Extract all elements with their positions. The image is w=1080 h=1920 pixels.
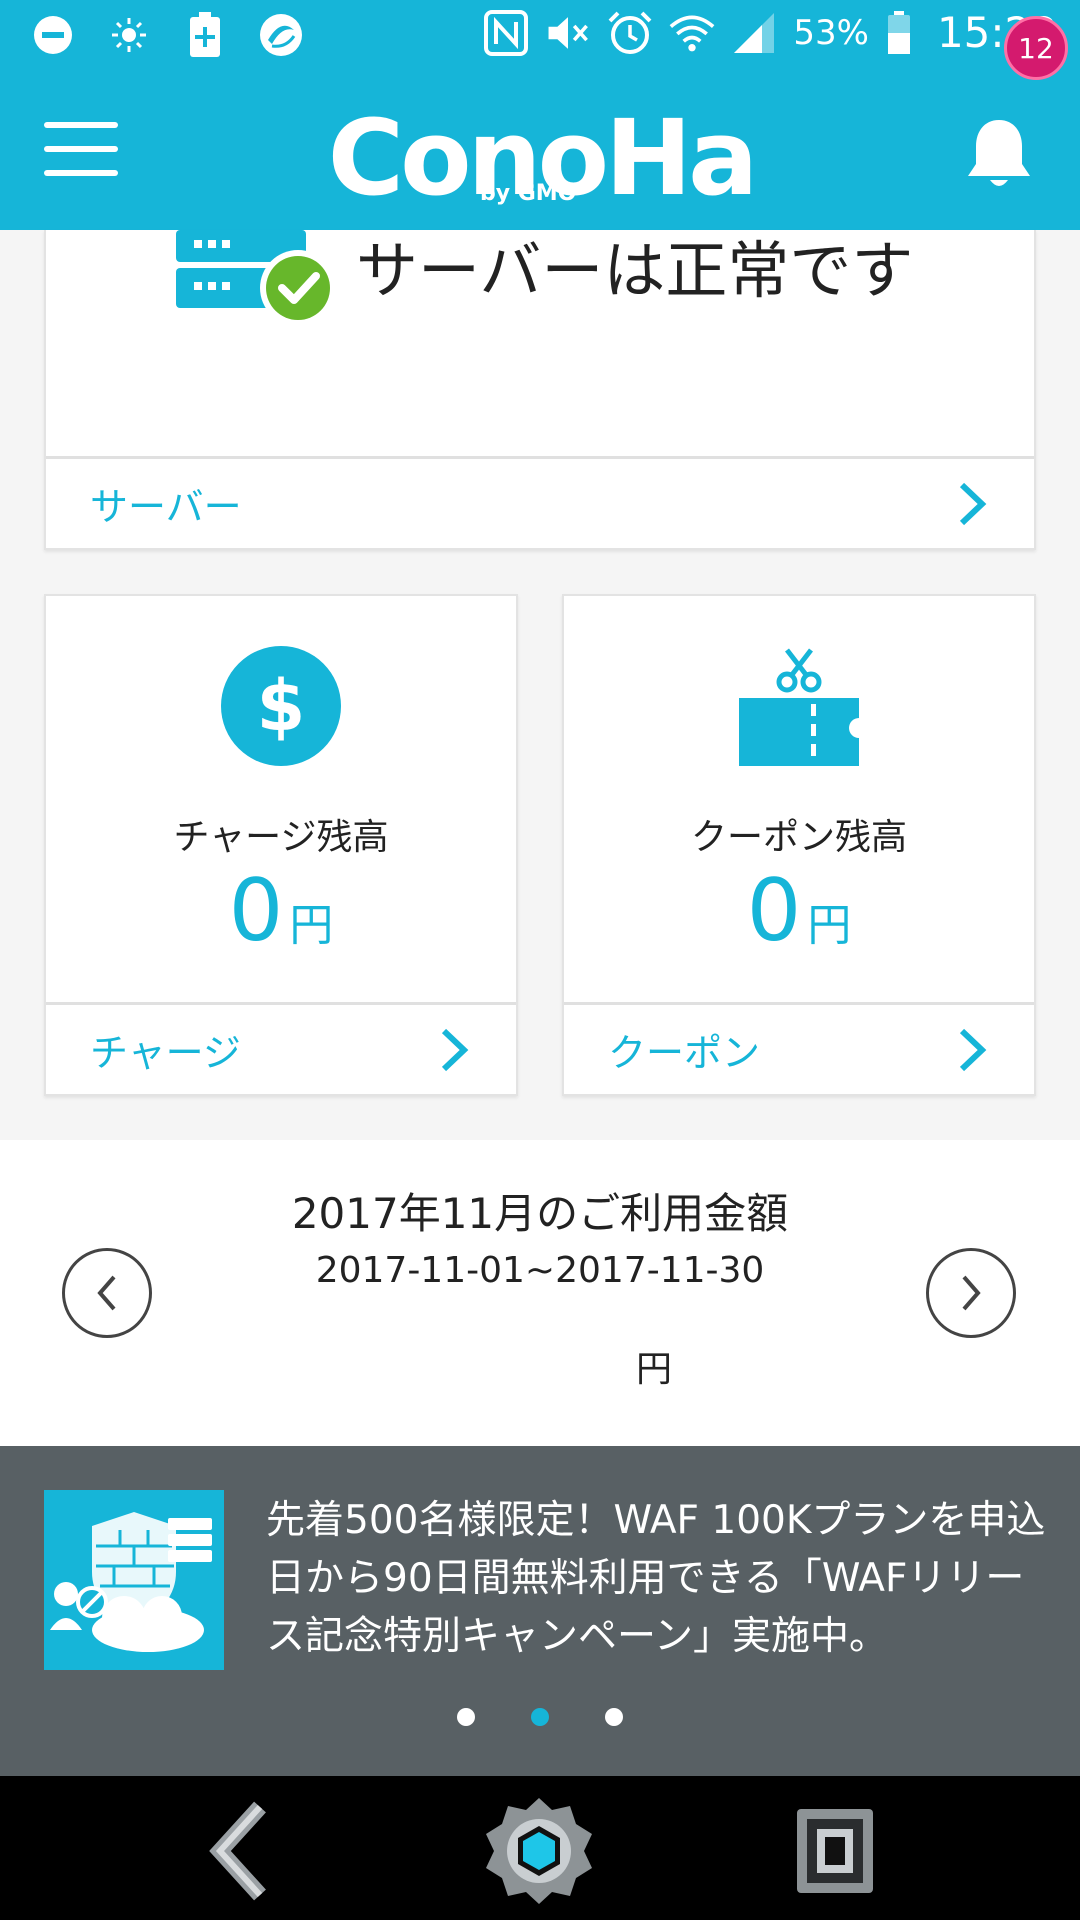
server-link-label: サーバー	[90, 485, 242, 529]
back-button[interactable]	[190, 1796, 300, 1906]
minus-circle-icon	[30, 12, 76, 58]
chevron-right-icon	[962, 1275, 981, 1311]
notification-badge[interactable]: 12	[1004, 16, 1068, 80]
dollar-icon: $	[221, 646, 341, 766]
wifi-icon	[669, 10, 715, 56]
carousel-dot-2[interactable]	[531, 1708, 549, 1726]
coupon-link[interactable]: クーポン	[564, 1002, 1034, 1094]
bell-icon	[968, 120, 1030, 186]
alarm-icon	[607, 10, 653, 56]
charge-link-label: チャージ	[90, 1031, 241, 1075]
coupon-link-label: クーポン	[608, 1031, 761, 1075]
logo-sub: by GMO	[480, 181, 577, 206]
usage-date-range: 2017-11-01~2017-11-30	[315, 1250, 765, 1291]
server-link[interactable]: サーバー	[46, 456, 1034, 548]
recent-apps-button[interactable]	[780, 1796, 890, 1906]
server-status-card: サーバーは正常です サーバー	[44, 230, 1036, 550]
hamburger-icon	[44, 122, 118, 128]
coupon-amount: 0	[746, 861, 802, 961]
svg-text:$: $	[257, 665, 306, 747]
home-button[interactable]	[484, 1796, 594, 1906]
system-nav-bar	[0, 1776, 1080, 1920]
conoha-logo: ConoHa by GMO	[328, 90, 758, 210]
chevron-left-icon	[97, 1275, 116, 1311]
carousel-dots	[0, 1708, 1080, 1726]
home-gear-icon	[486, 1798, 592, 1904]
server-status-text: サーバーは正常です	[356, 234, 914, 307]
usage-title: 2017年11月のご利用金額	[291, 1189, 789, 1238]
notifications-button[interactable]	[962, 114, 1036, 194]
charge-balance-value: 0 円	[46, 864, 516, 959]
carousel-dot-1[interactable]	[457, 1708, 475, 1726]
usage-amount-unit: 円	[636, 1349, 673, 1390]
banner-text: 先着500名様限定！WAF 100Kプランを申込日から90日間無料利用できる「W…	[266, 1498, 1046, 1659]
charge-balance-card: $ チャージ残高 0 円 チャージ	[44, 594, 518, 1096]
charge-balance-label: チャージ残高	[173, 817, 389, 858]
previous-month-button[interactable]	[62, 1248, 152, 1338]
hamburger-line	[44, 146, 118, 152]
nfc-icon	[483, 9, 529, 56]
waf-banner-image	[44, 1490, 224, 1670]
coupon-balance-card: クーポン残高 0 円 クーポン	[562, 594, 1036, 1096]
chevron-right-icon	[959, 482, 987, 525]
charge-amount: 0	[228, 861, 284, 961]
coupon-balance-label: クーポン残高	[690, 817, 907, 858]
waf-shield-icon	[50, 1512, 212, 1652]
chevron-right-icon	[441, 1028, 469, 1071]
battery-charge-icon	[182, 12, 228, 58]
battery-percent: 53%	[793, 12, 869, 53]
coupon-scissors-icon	[739, 648, 859, 766]
brightness-icon	[106, 12, 152, 58]
app-bar: ConoHa by GMO	[0, 74, 1080, 230]
mute-icon	[545, 10, 591, 56]
battery-icon	[885, 10, 913, 56]
signal-icon	[731, 10, 777, 56]
next-month-button[interactable]	[926, 1248, 1016, 1338]
chevron-right-icon	[959, 1028, 987, 1071]
carousel-dot-3[interactable]	[605, 1708, 623, 1726]
hamburger-line	[44, 170, 118, 176]
charge-link[interactable]: チャージ	[46, 1002, 516, 1094]
recent-apps-icon	[797, 1809, 873, 1893]
app-circle-icon	[258, 12, 304, 58]
monthly-usage-section: 2017年11月のご利用金額 2017-11-01~2017-11-30 円	[0, 1140, 1080, 1446]
campaign-banner[interactable]: 先着500名様限定！WAF 100Kプランを申込日から90日間無料利用できる「W…	[0, 1446, 1080, 1776]
status-bar: 53% 15:22	[0, 0, 1080, 74]
coupon-balance-value: 0 円	[564, 864, 1034, 959]
back-icon	[209, 1801, 266, 1901]
coupon-unit: 円	[807, 900, 852, 951]
charge-unit: 円	[289, 900, 334, 951]
server-ok-icon	[166, 230, 346, 334]
menu-button[interactable]	[44, 122, 118, 182]
